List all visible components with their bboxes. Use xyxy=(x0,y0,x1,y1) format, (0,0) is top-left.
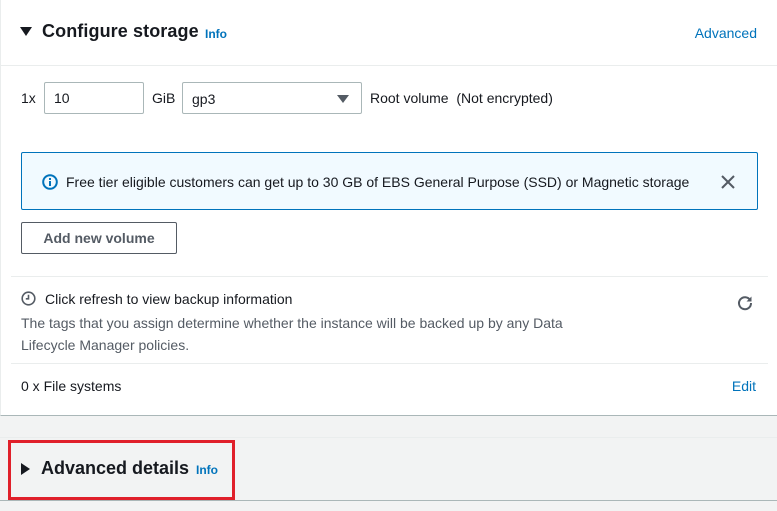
backup-info-title: Click refresh to view backup information xyxy=(45,291,293,307)
refresh-icon[interactable] xyxy=(736,294,754,312)
caret-down-icon xyxy=(337,95,349,103)
caret-down-icon[interactable] xyxy=(20,27,32,36)
advanced-details-info-link[interactable]: Info xyxy=(196,463,218,477)
divider xyxy=(11,363,768,364)
clock-icon xyxy=(21,291,36,306)
root-volume-label: Root volume (Not encrypted) xyxy=(370,90,553,106)
edit-file-systems-link[interactable]: Edit xyxy=(732,378,756,394)
caret-right-icon[interactable] xyxy=(21,463,30,475)
advanced-details-title[interactable]: Advanced details xyxy=(41,458,189,479)
free-tier-banner: Free tier eligible customers can get up … xyxy=(21,152,758,210)
close-icon[interactable] xyxy=(719,173,737,191)
info-link[interactable]: Info xyxy=(205,27,227,41)
banner-text: Free tier eligible customers can get up … xyxy=(66,174,690,190)
volume-count: 1x xyxy=(21,90,36,106)
volume-type-value: gp3 xyxy=(192,91,216,107)
volume-unit-label: GiB xyxy=(152,90,176,106)
info-circle-icon xyxy=(42,174,58,190)
backup-info-description: The tags that you assign determine wheth… xyxy=(21,315,563,353)
volume-size-input[interactable] xyxy=(44,82,144,114)
section-title: Configure storage xyxy=(42,21,199,41)
add-new-volume-button[interactable]: Add new volume xyxy=(21,222,177,254)
advanced-link[interactable]: Advanced xyxy=(695,25,757,41)
divider xyxy=(11,276,768,277)
configure-storage-panel: Configure storage Info Advanced 1x GiB g… xyxy=(0,0,777,416)
advanced-details-panel[interactable]: Advanced details Info xyxy=(0,437,777,501)
configure-storage-header[interactable]: Configure storage Info Advanced xyxy=(1,0,777,66)
page: Configure storage Info Advanced 1x GiB g… xyxy=(0,0,777,511)
file-systems-label: 0 x File systems xyxy=(21,378,122,394)
volume-type-select[interactable]: gp3 xyxy=(182,82,362,114)
